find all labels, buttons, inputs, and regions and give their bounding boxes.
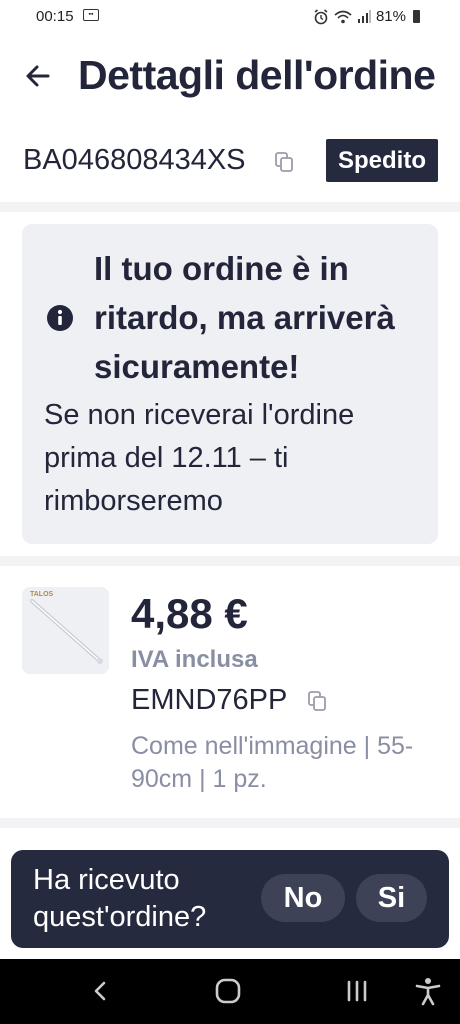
copy-icon: [275, 152, 293, 172]
copy-order-id-button[interactable]: [274, 151, 294, 173]
signal-icon: [357, 9, 371, 23]
alert-body: Se non riceverai l'ordine prima del 12.1…: [44, 399, 355, 517]
product-variant: Come nell'immagine | 55-90cm | 1 pz.: [131, 732, 414, 793]
home-icon: [215, 978, 241, 1004]
receipt-question: Ha ricevuto quest'ordine?: [33, 864, 207, 933]
recents-icon: [347, 980, 367, 1002]
product-vat-note: IVA inclusa: [131, 646, 258, 673]
nav-recents-button[interactable]: [341, 975, 373, 1007]
copy-icon: [308, 691, 326, 711]
receipt-confirmation-bar: Ha ricevuto quest'ordine? No Si: [11, 850, 449, 948]
product-image-brand: TALOS: [30, 591, 54, 598]
curtain-rod-image: [30, 599, 103, 664]
product-price: 4,88 €: [131, 590, 248, 637]
status-time: 00:15: [36, 8, 74, 25]
battery-level: 81%: [375, 8, 406, 25]
nav-accessibility-button[interactable]: [412, 975, 444, 1007]
copy-product-code-button[interactable]: [307, 690, 327, 712]
order-id: BA046808434XS: [23, 144, 246, 176]
product-image[interactable]: TALOS: [22, 587, 109, 674]
accessibility-icon: [415, 978, 441, 1006]
status-icons: 81%: [313, 8, 420, 25]
back-button[interactable]: [22, 60, 54, 92]
product-item: TALOS 4,88 € IVA inclusa EMND76PP Come n…: [0, 566, 460, 818]
alert-title: Il tuo ordine è in ritardo, ma arriverà …: [94, 250, 395, 385]
system-nav-bar: [0, 959, 460, 1024]
arrow-left-icon: [26, 65, 50, 87]
page-title: Dettagli dell'ordine: [78, 52, 436, 98]
battery-icon: [413, 10, 420, 23]
chevron-left-icon: [94, 981, 106, 1001]
wifi-icon: [334, 10, 352, 23]
order-id-row: BA046808434XS Spedito: [0, 122, 460, 202]
nav-back-button[interactable]: [84, 975, 116, 1007]
product-code: EMND76PP: [131, 684, 288, 716]
bottom-area: Ha ricevuto quest'ordine? No Si: [0, 828, 460, 959]
nav-home-button[interactable]: [212, 975, 244, 1007]
alarm-icon: [314, 8, 328, 24]
status-bar: 00:15 ▪▪ 81%: [0, 0, 460, 34]
delay-alert-section: Il tuo ordine è in ritardo, ma arriverà …: [0, 212, 460, 556]
yes-button[interactable]: Si: [356, 874, 427, 922]
status-badge: Spedito: [326, 139, 438, 182]
no-button[interactable]: No: [261, 874, 345, 922]
delay-alert-card: Il tuo ordine è in ritardo, ma arriverà …: [22, 224, 438, 544]
info-icon: [47, 305, 73, 331]
notification-icon: ▪▪: [83, 9, 99, 21]
page-header: Dettagli dell'ordine: [0, 34, 460, 122]
